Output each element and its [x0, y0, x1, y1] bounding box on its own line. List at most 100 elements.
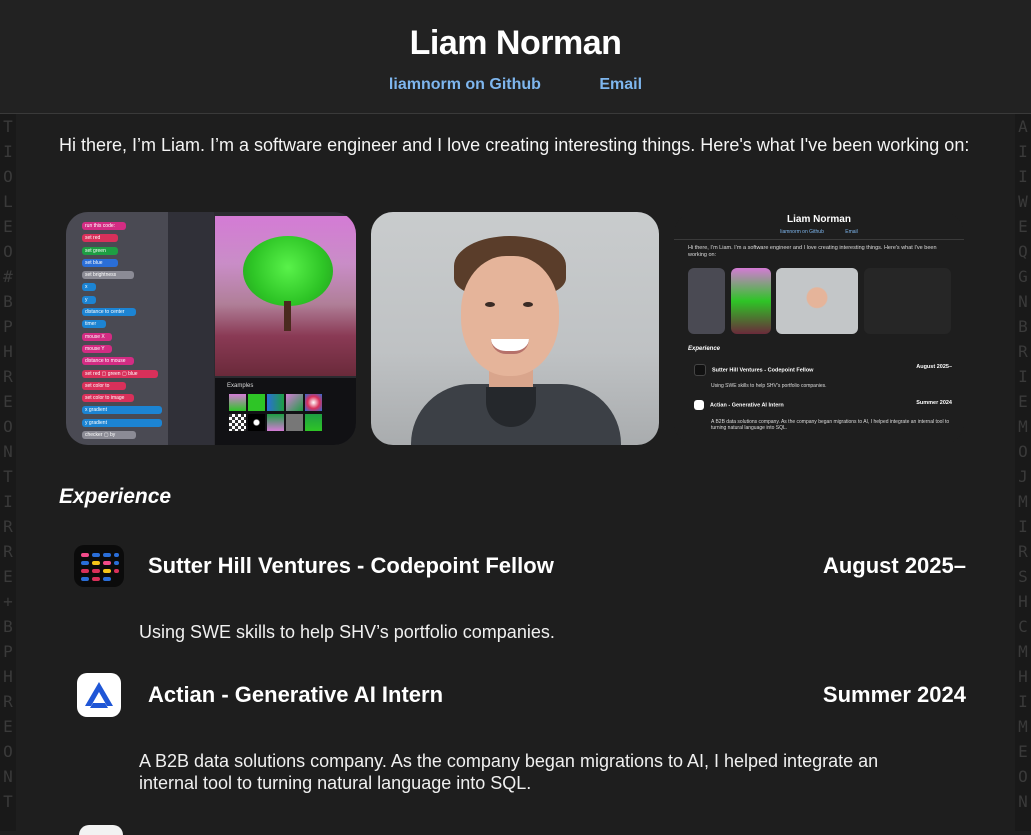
job-title: Sutter Hill Ventures - Codepoint Fellow [148, 553, 554, 578]
site-header: Liam Norman liamnorm on Github Email [0, 0, 1031, 114]
example-thumb[interactable] [229, 394, 246, 411]
job-date: August 2025– [822, 553, 966, 578]
code-block[interactable]: set color to [82, 381, 126, 390]
strip-char: J [1018, 467, 1028, 486]
strip-char: R [3, 367, 13, 386]
strip-char: R [3, 542, 13, 561]
tree-trunk [284, 301, 291, 331]
code-block[interactable]: distance to mouse [82, 357, 134, 366]
strip-char: T [3, 792, 13, 811]
strip-char: O [3, 167, 13, 186]
strip-char: M [1018, 492, 1028, 511]
example-thumb[interactable] [286, 394, 303, 411]
strip-char: + [3, 592, 13, 611]
code-block[interactable]: y gradient [82, 418, 162, 427]
strip-char: C [1018, 617, 1028, 636]
strip-char: A [1018, 117, 1028, 136]
email-link[interactable]: Email [599, 76, 642, 93]
strip-char: I [1018, 367, 1028, 386]
sutter-hill-logo-icon [74, 545, 124, 587]
portrait-photo[interactable] [371, 212, 659, 445]
mini-experience-heading: Experience [688, 346, 721, 352]
mini-editor-image [688, 268, 725, 334]
strip-char: S [1018, 567, 1028, 586]
strip-char: H [3, 667, 13, 686]
code-block[interactable]: timer [82, 320, 106, 329]
strip-char: Q [1018, 242, 1028, 261]
code-block[interactable]: x [82, 283, 96, 292]
strip-char: I [3, 142, 13, 161]
mini-canvas-image [731, 268, 771, 334]
strip-char: G [1018, 267, 1028, 286]
example-thumb[interactable] [248, 414, 265, 431]
strip-char: R [3, 692, 13, 711]
examples-label: Examples [227, 383, 254, 389]
header-links: liamnorm on Github Email [0, 76, 1031, 94]
mini-job2-title: Actian - Generative AI Intern [710, 402, 784, 409]
strip-char: B [3, 292, 13, 311]
code-block[interactable]: y [82, 295, 96, 304]
code-block[interactable]: checker ▢ by [82, 431, 136, 440]
code-block[interactable]: set red [82, 234, 118, 243]
example-thumb[interactable] [229, 414, 246, 431]
website-screenshot-image[interactable]: Liam Norman liamnorm on Github Email Hi … [674, 212, 964, 445]
strip-char: W [1018, 192, 1028, 211]
example-thumb[interactable] [286, 414, 303, 431]
example-thumb[interactable] [305, 414, 322, 431]
strip-char: E [1018, 742, 1028, 761]
examples-panel: Examples [215, 378, 356, 445]
mini-job1-title: Sutter Hill Ventures - Codepoint Fellow [712, 367, 814, 374]
strip-char: N [3, 767, 13, 786]
mini-actian-icon [694, 400, 704, 410]
strip-char: I [1018, 692, 1028, 711]
code-block[interactable]: set color to image [82, 394, 134, 403]
code-block[interactable]: mouse Y [82, 344, 112, 353]
code-blocks-palette: run this code: set red set green set blue se… [66, 212, 168, 445]
example-thumb[interactable] [305, 394, 322, 411]
strip-char: I [3, 492, 13, 511]
example-thumb[interactable] [267, 414, 284, 431]
job-description: A B2B data solutions company. As the com… [139, 751, 879, 793]
strip-char: M [1018, 717, 1028, 736]
mini-title: Liam Norman [787, 214, 851, 225]
editor-workspace [168, 212, 214, 445]
github-link[interactable]: liamnorm on Github [389, 76, 541, 93]
strip-char: O [3, 742, 13, 761]
strip-char: E [1018, 217, 1028, 236]
strip-char: E [3, 217, 13, 236]
strip-char: T [3, 117, 13, 136]
example-thumb[interactable] [267, 394, 284, 411]
right-decorative-strip: AIIWEQGNBRIEMOJMIRSHCMHIMEON [1015, 114, 1031, 831]
code-block[interactable]: run this code: [82, 222, 126, 230]
strip-char: T [3, 467, 13, 486]
strip-char: I [1018, 517, 1028, 536]
code-editor-project-image[interactable]: run this code: set red set green set blue se… [66, 212, 356, 445]
strip-char: H [3, 342, 13, 361]
code-block[interactable]: set brightness [82, 271, 134, 280]
eye [485, 302, 495, 307]
intro-text: Hi there, I’m Liam. I’m a software engin… [59, 135, 970, 155]
strip-char: H [1018, 667, 1028, 686]
strip-char: M [1018, 642, 1028, 661]
example-thumb[interactable] [248, 394, 265, 411]
mini-sutter-icon [694, 364, 706, 376]
strip-char: P [3, 317, 13, 336]
face [461, 256, 559, 376]
code-block[interactable]: x gradient [82, 406, 162, 415]
strip-char: E [3, 717, 13, 736]
strip-char: N [3, 442, 13, 461]
code-block[interactable]: set green [82, 246, 118, 255]
code-block[interactable]: set red ▢ green ▢ blue [82, 369, 158, 378]
strip-char: H [1018, 592, 1028, 611]
mini-site-image [864, 268, 951, 334]
code-block[interactable]: mouse X [82, 332, 112, 341]
code-block[interactable]: set blue [82, 258, 118, 267]
mini-job1-date: August 2025– [916, 364, 952, 370]
code-block[interactable]: distance to center [82, 308, 136, 317]
strip-char: O [3, 417, 13, 436]
strip-char: E [1018, 392, 1028, 411]
strip-char: B [1018, 317, 1028, 336]
project-gallery: run this code: set red set green set blue se… [66, 212, 966, 447]
page-title: Liam Norman [409, 24, 622, 62]
job-title: Actian - Generative AI Intern [148, 682, 444, 707]
